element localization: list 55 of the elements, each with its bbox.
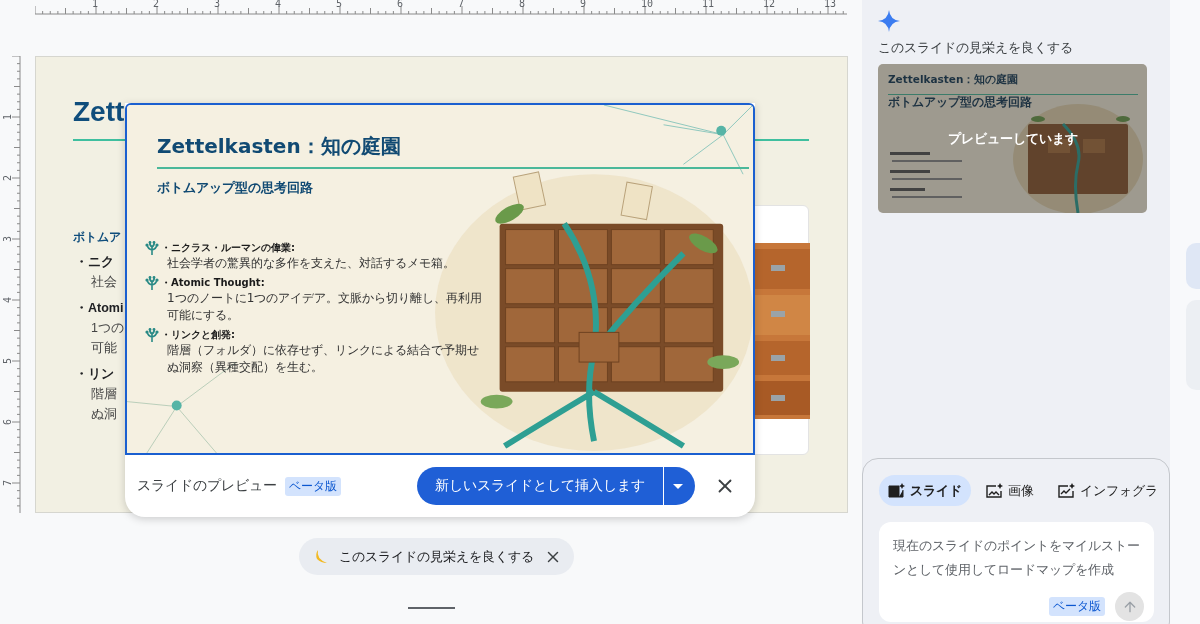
ruler-number: 5 [336, 0, 343, 9]
ruler-number: 12 [763, 0, 776, 9]
caret-icon [672, 483, 683, 489]
bullet-title: ・Atomi [74, 300, 124, 317]
ruler-number: 1 [3, 113, 13, 122]
mode-tab[interactable]: インフォグラ [1049, 475, 1167, 506]
drag-handle[interactable] [408, 607, 455, 609]
preview-label: スライドのプレビュー [137, 477, 277, 495]
ruler-number: 7 [458, 0, 465, 9]
thumbnail-title: Zettelkasten：知の庭園 [888, 73, 1019, 87]
bullet-text: 可能 [90, 340, 117, 357]
ruler-number: 5 [3, 357, 13, 366]
ruler-number: 6 [397, 0, 404, 9]
bullet-text: ぬ洞 [90, 406, 117, 423]
ruler-number: 11 [702, 0, 715, 9]
prompt-box[interactable]: 現在のスライドのポイントをマイルストーンとして使用してロードマップを作成 ベータ版 [879, 522, 1154, 622]
insert-slide-button[interactable]: 新しいスライドとして挿入します [417, 467, 663, 505]
ruler-number: 1 [92, 0, 99, 9]
ruler-number: 7 [3, 479, 13, 488]
bullet-text: 社会 [90, 274, 117, 291]
image-icon [986, 483, 1003, 498]
bullet-title: ・ニク [74, 254, 114, 271]
banana-icon [315, 548, 329, 565]
mode-tab[interactable]: 画像 [977, 475, 1043, 506]
slide-thumbnail[interactable]: Zettelkasten：知の庭園 ボトムアップ型の思考回路 プレビューしています [878, 64, 1147, 213]
chart-icon [1058, 483, 1075, 498]
slide-title: Zett [73, 95, 125, 129]
ruler-number: 8 [519, 0, 526, 9]
mode-tab[interactable]: スライド [879, 475, 971, 506]
bullet-text: 階層 [90, 386, 117, 403]
ruler-number: 4 [275, 0, 282, 9]
beta-badge: ベータ版 [1049, 597, 1105, 616]
bullet-text: 1つの [90, 320, 124, 337]
chip-label: このスライドの見栄えを良くする [339, 547, 534, 566]
beta-badge: ベータ版 [285, 476, 341, 496]
ruler-number: 9 [580, 0, 587, 9]
panel-heading: このスライドの見栄えを良くする [878, 40, 1074, 57]
ruler-number: 2 [153, 0, 160, 9]
slide-heading: ボトムア [73, 229, 121, 246]
ruler-number: 2 [3, 174, 13, 183]
ruler-number: 13 [824, 0, 837, 9]
sparkle-icon [878, 10, 900, 32]
ruler-number: 4 [3, 296, 13, 305]
ruler-number: 3 [3, 235, 13, 244]
prompt-field[interactable]: 現在のスライドのポイントをマイルストーンとして使用してロードマップを作成 [893, 534, 1145, 586]
preview-status: プレビューしています [947, 130, 1078, 148]
suggestion-chip[interactable]: このスライドの見栄えを良くする [299, 538, 574, 575]
ruler-number: 3 [214, 0, 221, 9]
dropdown-button[interactable] [664, 467, 695, 505]
ruler-number: 10 [641, 0, 654, 9]
ruler-number: 6 [3, 418, 13, 427]
side-tab[interactable] [1186, 243, 1200, 289]
bullet-title: ・リン [74, 366, 114, 383]
slide-icon [888, 483, 905, 498]
thumbnail-subtitle: ボトムアップ型の思考回路 [888, 94, 1032, 111]
